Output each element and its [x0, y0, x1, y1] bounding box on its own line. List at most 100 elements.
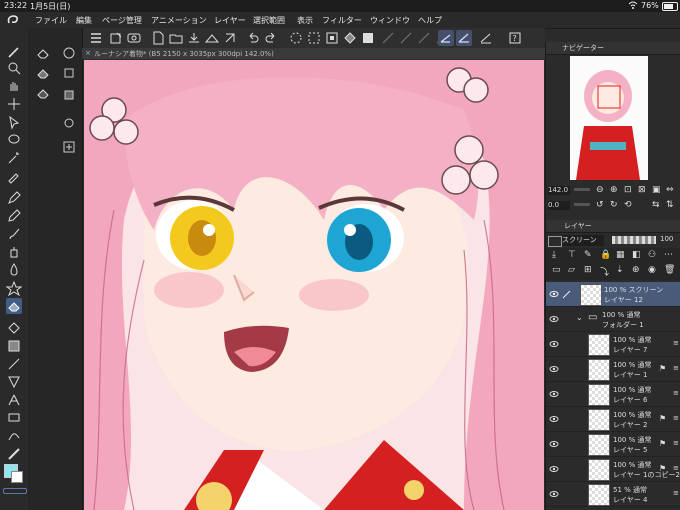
magic-wand-icon[interactable]: [6, 150, 22, 166]
eraser-hard-icon[interactable]: [36, 46, 50, 60]
snap-special-ruler-icon[interactable]: [456, 30, 472, 46]
layer-opacity-slider[interactable]: [612, 236, 656, 244]
flip-vertical-icon[interactable]: ⇅: [666, 200, 674, 210]
gradient-icon[interactable]: [6, 338, 22, 354]
new-vector-layer-icon[interactable]: ▱: [568, 265, 575, 275]
drag-handle-icon[interactable]: ≡: [673, 489, 679, 499]
new-file-icon[interactable]: [150, 30, 166, 46]
eraser-icon[interactable]: [6, 298, 22, 314]
menu-selection[interactable]: 選択範囲: [253, 15, 285, 26]
snap-grid-toggle-icon[interactable]: [478, 30, 494, 46]
layer-row[interactable]: 100 % 通常 レイヤー 7 ≡: [546, 332, 680, 357]
pen-icon[interactable]: [6, 190, 22, 206]
sub-tool-delete-icon[interactable]: [62, 88, 76, 102]
balloon-icon[interactable]: [6, 410, 22, 426]
flip-horizontal-icon[interactable]: ⇆: [652, 200, 660, 210]
fill-bucket-icon[interactable]: [6, 320, 22, 336]
decoration-icon[interactable]: [5, 280, 23, 297]
layer-mask-add-icon[interactable]: ◉: [648, 265, 656, 275]
transparent-color-toggle[interactable]: [3, 488, 27, 494]
layer-lock-icon[interactable]: 🔒: [600, 250, 611, 260]
sub-tool-add-icon[interactable]: [62, 140, 76, 154]
layer-row[interactable]: 51 % 通常 レイヤー 4 ≡: [546, 482, 680, 507]
clear-icon[interactable]: [222, 30, 238, 46]
drag-handle-icon[interactable]: ≡: [673, 339, 679, 349]
drag-handle-icon[interactable]: ≡: [673, 364, 679, 374]
sub-tool-copy-icon[interactable]: [62, 66, 76, 80]
visibility-eye-icon[interactable]: [549, 289, 559, 299]
layer-row[interactable]: 100 % 通常 レイヤー 1 ⚑ ≡: [546, 357, 680, 382]
layer-ruler-icon[interactable]: ⚇: [648, 250, 656, 260]
sub-color-swatch[interactable]: [11, 471, 23, 483]
layer-properties-icon[interactable]: ⋯: [664, 250, 673, 260]
layer-row[interactable]: 100 % 通常 レイヤー 6 ≡: [546, 382, 680, 407]
edit-canvas-icon[interactable]: [108, 30, 124, 46]
drawing-canvas[interactable]: [84, 60, 544, 510]
visibility-eye-icon[interactable]: [549, 389, 559, 399]
visibility-eye-icon[interactable]: [549, 464, 559, 474]
zoom-out-icon[interactable]: ⊖: [596, 185, 604, 195]
merge-down-icon[interactable]: ⤵: [600, 265, 609, 278]
invert-selection-icon[interactable]: [324, 30, 340, 46]
visibility-eye-icon[interactable]: [549, 364, 559, 374]
new-raster-layer-icon[interactable]: ▭: [552, 265, 561, 275]
menu-view[interactable]: 表示: [297, 15, 313, 26]
save-icon[interactable]: [186, 30, 202, 46]
drag-handle-icon[interactable]: ≡: [673, 414, 679, 424]
actual-size-icon[interactable]: ⊠: [638, 185, 646, 195]
sub-tool-settings-icon[interactable]: [62, 116, 76, 130]
drag-handle-icon[interactable]: ≡: [673, 389, 679, 399]
figure-icon[interactable]: [6, 356, 22, 372]
eraser-soft-icon[interactable]: [36, 66, 50, 80]
move-tool-icon[interactable]: [6, 96, 22, 112]
zoom-slider[interactable]: [574, 188, 590, 191]
drag-handle-icon[interactable]: ≡: [673, 464, 679, 474]
rotation-slider[interactable]: [574, 203, 590, 206]
snap-ruler-icon[interactable]: [438, 30, 454, 46]
rotate-left-icon[interactable]: ↺: [596, 200, 604, 210]
close-tab-icon[interactable]: ×: [85, 49, 91, 57]
visibility-eye-icon[interactable]: [549, 414, 559, 424]
zoom-tool-icon[interactable]: [6, 60, 22, 76]
export-icon[interactable]: [204, 30, 220, 46]
text-tool-icon[interactable]: [6, 392, 22, 408]
open-file-icon[interactable]: [168, 30, 184, 46]
pen-tool-icon[interactable]: [6, 44, 22, 60]
menu-help[interactable]: ヘルプ: [418, 15, 442, 26]
drag-handle-icon[interactable]: ≡: [673, 439, 679, 449]
flip-icon[interactable]: ⇔: [666, 185, 674, 195]
menu-edit[interactable]: 編集: [76, 15, 92, 26]
fit-window-icon[interactable]: ▣: [652, 185, 661, 195]
layer-row[interactable]: 100 % 通常 レイヤー 2 ⚑ ≡: [546, 407, 680, 432]
sub-tool-menu-icon[interactable]: [62, 46, 76, 60]
reset-rotation-icon[interactable]: ⟲: [624, 200, 632, 210]
menu-animation[interactable]: アニメーション: [151, 15, 207, 26]
undo-icon[interactable]: [245, 30, 261, 46]
eyedropper-icon[interactable]: [6, 168, 22, 184]
visibility-eye-icon[interactable]: [549, 439, 559, 449]
visibility-eye-icon[interactable]: [549, 339, 559, 349]
layer-draft-icon[interactable]: ✎: [584, 250, 592, 260]
eraser-rough-icon[interactable]: [36, 86, 50, 100]
combine-icon[interactable]: ⊕: [632, 265, 640, 275]
airbrush-icon[interactable]: [6, 244, 22, 260]
transform-icon[interactable]: [360, 30, 376, 46]
layer-mask-icon[interactable]: ◧: [632, 250, 641, 260]
layer-row[interactable]: 100 % スクリーン レイヤー 12: [546, 282, 680, 307]
blend-tool-icon[interactable]: [6, 262, 22, 278]
ruler-icon[interactable]: [6, 446, 22, 462]
zoom-value[interactable]: 142.0: [548, 186, 570, 195]
zoom-in-icon[interactable]: ⊕: [610, 185, 618, 195]
transfer-down-icon[interactable]: ⇣: [616, 265, 624, 275]
menu-filter[interactable]: フィルター: [322, 15, 362, 26]
line-correct-icon[interactable]: [6, 428, 22, 444]
visibility-eye-icon[interactable]: [549, 314, 559, 324]
pencil-icon[interactable]: [6, 208, 22, 224]
hand-tool-icon[interactable]: [6, 78, 22, 94]
brush-icon[interactable]: [6, 226, 22, 242]
menu-window[interactable]: ウィンドウ: [370, 15, 410, 26]
rotation-value[interactable]: 0.0: [548, 201, 570, 210]
rotate-right-icon[interactable]: ↻: [610, 200, 618, 210]
app-logo-icon[interactable]: [6, 14, 20, 28]
select-tool-icon[interactable]: [6, 114, 22, 130]
